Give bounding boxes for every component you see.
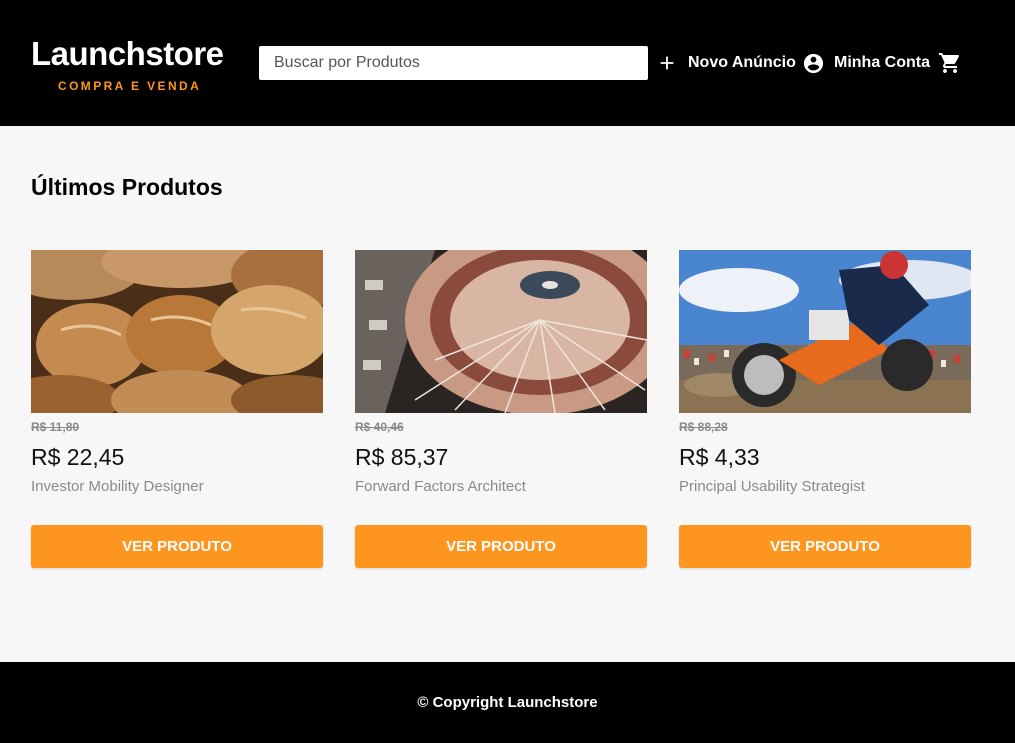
product-name: Investor Mobility Designer bbox=[31, 478, 204, 495]
new-ad-label: Novo Anúncio bbox=[688, 54, 796, 71]
view-product-button[interactable]: Ver Produto bbox=[679, 525, 971, 568]
shopping-cart-icon bbox=[938, 51, 962, 75]
old-price: R$ 40,46 bbox=[355, 420, 404, 434]
product-name: Principal Usability Strategist bbox=[679, 478, 865, 495]
plus-icon bbox=[656, 52, 688, 74]
product-image-turntable[interactable] bbox=[355, 250, 647, 413]
logo[interactable]: Launchstore COMPRA E VENDA bbox=[31, 35, 231, 94]
old-price: R$ 88,28 bbox=[679, 420, 728, 434]
price: R$ 4,33 bbox=[679, 444, 760, 470]
logo-title: Launchstore bbox=[31, 35, 224, 72]
my-account-link[interactable]: Minha Conta bbox=[802, 50, 930, 76]
logo-subtitle: COMPRA E VENDA bbox=[58, 79, 202, 93]
product-image-motocross[interactable] bbox=[679, 250, 971, 413]
price: R$ 22,45 bbox=[31, 444, 125, 470]
view-product-button[interactable]: Ver Produto bbox=[31, 525, 323, 568]
product-image-bread[interactable] bbox=[31, 250, 323, 413]
cart-link[interactable] bbox=[938, 50, 962, 76]
account-circle-icon bbox=[802, 52, 834, 75]
new-ad-link[interactable]: Novo Anúncio bbox=[656, 50, 796, 76]
section-title: Últimos Produtos bbox=[31, 174, 223, 200]
product-card: R$ 11,80 R$ 22,45 Investor Mobility Desi… bbox=[31, 250, 323, 568]
copyright-text: © Copyright Launchstore bbox=[417, 694, 598, 711]
my-account-label: Minha Conta bbox=[834, 54, 930, 71]
price: R$ 85,37 bbox=[355, 444, 449, 470]
site-header: Launchstore COMPRA E VENDA Novo Anúncio … bbox=[0, 0, 1015, 126]
view-product-button[interactable]: Ver Produto bbox=[355, 525, 647, 568]
old-price: R$ 11,80 bbox=[31, 420, 80, 434]
site-footer: © Copyright Launchstore bbox=[0, 662, 1015, 743]
product-name: Forward Factors Architect bbox=[355, 478, 526, 495]
product-card: R$ 40,46 R$ 85,37 Forward Factors Archit… bbox=[355, 250, 647, 568]
search-input[interactable] bbox=[259, 46, 648, 80]
product-card: R$ 88,28 R$ 4,33 Principal Usability Str… bbox=[679, 250, 971, 568]
